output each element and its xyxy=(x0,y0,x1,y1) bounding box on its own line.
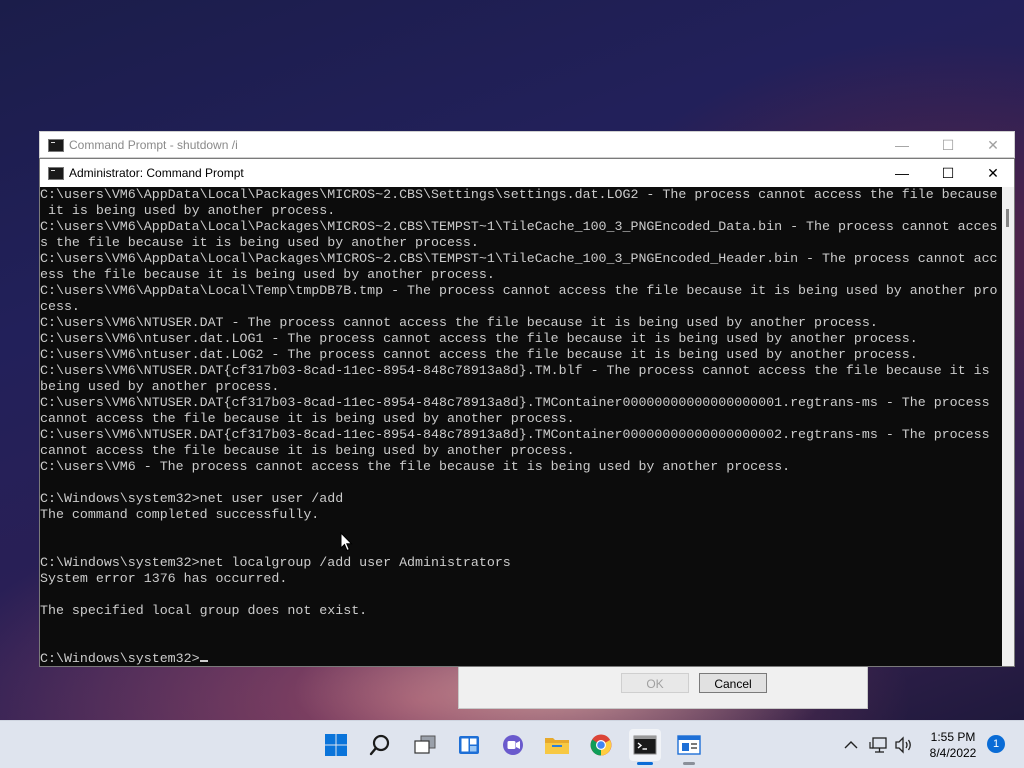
minimize-button[interactable]: — xyxy=(879,159,925,187)
search-icon xyxy=(369,734,390,756)
maximize-button[interactable]: ☐ xyxy=(925,159,971,187)
cancel-button[interactable]: Cancel xyxy=(699,673,767,693)
console-line: cannot access the file because it is bei… xyxy=(40,443,575,458)
console-text: C:\users\VM6\AppData\Local\Packages\MICR… xyxy=(40,187,1002,651)
console-line: The command completed successfully. xyxy=(40,507,320,522)
command-prompt-icon xyxy=(633,735,657,755)
taskbar-clock[interactable]: 1:55 PM 8/4/2022 xyxy=(918,729,988,761)
clock-date: 8/4/2022 xyxy=(929,746,977,760)
console-line: C:\users\VM6\NTUSER.DAT{cf317b03-8cad-11… xyxy=(40,395,990,410)
console-output[interactable]: C:\users\VM6\AppData\Local\Packages\MICR… xyxy=(40,187,1002,666)
console-line: C:\users\VM6\AppData\Local\Temp\tmpDB7B.… xyxy=(40,283,998,298)
console-line: The specified local group does not exist… xyxy=(40,603,368,618)
console-line: being used by another process. xyxy=(40,379,280,394)
search-button[interactable] xyxy=(364,729,396,761)
console-line: cess. xyxy=(40,299,80,314)
console-line: C:\users\VM6\NTUSER.DAT{cf317b03-8cad-11… xyxy=(40,363,990,378)
start-button[interactable] xyxy=(320,729,352,761)
widgets-button[interactable] xyxy=(453,729,485,761)
admin-cmd-window[interactable]: Administrator: Command Prompt — ☐ ✕ C:\u… xyxy=(39,158,1015,667)
maximize-button[interactable]: ☐ xyxy=(925,132,971,158)
text-cursor xyxy=(199,660,208,662)
cmd-window-icon xyxy=(48,167,64,180)
console-line: it is being used by another process. xyxy=(40,203,336,218)
widgets-icon xyxy=(459,736,479,754)
network-icon xyxy=(869,737,887,753)
console-line: C:\users\VM6\NTUSER.DAT{cf317b03-8cad-11… xyxy=(40,427,990,442)
mouse-pointer-icon xyxy=(340,532,353,552)
close-button[interactable]: ✕ xyxy=(970,159,1016,187)
show-hidden-icons-button[interactable] xyxy=(842,733,860,757)
console-line: System error 1376 has occurred. xyxy=(40,571,288,586)
shutdown-cmd-window[interactable]: Command Prompt - shutdown /i — ☐ ✕ xyxy=(39,131,1015,158)
file-explorer-button[interactable] xyxy=(541,729,573,761)
active-window-indicator xyxy=(637,762,653,765)
task-view-icon xyxy=(414,735,436,754)
console-line: C:\users\VM6\AppData\Local\Packages\MICR… xyxy=(40,251,998,266)
ok-button[interactable]: OK xyxy=(621,673,689,693)
console-line: C:\users\VM6\AppData\Local\Packages\MICR… xyxy=(40,219,998,234)
console-line: C:\Windows\system32>net user user /add xyxy=(40,491,344,506)
console-line: C:\users\VM6\AppData\Local\Packages\MICR… xyxy=(40,187,998,202)
prompt-line[interactable]: C:\Windows\system32> xyxy=(40,651,1002,666)
console-line: ess the file because it is being used by… xyxy=(40,267,495,282)
teams-chat-button[interactable] xyxy=(497,729,529,761)
volume-button[interactable] xyxy=(893,733,915,757)
chevron-up-icon xyxy=(844,741,858,749)
prompt-text: C:\Windows\system32> xyxy=(40,651,200,666)
chrome-icon xyxy=(590,734,612,756)
teams-chat-icon xyxy=(503,735,523,755)
vertical-scrollbar[interactable] xyxy=(1002,187,1014,666)
console-line: C:\users\VM6\NTUSER.DAT - The process ca… xyxy=(40,315,878,330)
close-button[interactable]: ✕ xyxy=(970,132,1016,158)
taskbar: 1:55 PM 8/4/2022 1 xyxy=(0,720,1024,768)
scrollbar-thumb[interactable] xyxy=(1006,209,1009,227)
command-prompt-taskbar-button[interactable] xyxy=(629,729,661,765)
shutdown-dialog-taskbar-button[interactable] xyxy=(673,729,705,765)
window-title: Administrator: Command Prompt xyxy=(69,166,244,180)
notification-badge[interactable]: 1 xyxy=(987,735,1005,753)
console-line: C:\Windows\system32>net localgroup /add … xyxy=(40,555,511,570)
open-window-indicator xyxy=(683,762,695,765)
console-line: C:\users\VM6 - The process cannot access… xyxy=(40,459,791,474)
task-view-button[interactable] xyxy=(409,729,441,761)
console-line: s the file because it is being used by a… xyxy=(40,235,479,250)
network-button[interactable] xyxy=(868,733,890,757)
start-icon xyxy=(325,734,347,756)
console-line: C:\users\VM6\ntuser.dat.LOG1 - The proce… xyxy=(40,331,918,346)
minimize-button[interactable]: — xyxy=(879,132,925,158)
console-line: cannot access the file because it is bei… xyxy=(40,411,575,426)
chrome-button[interactable] xyxy=(585,729,617,761)
console-line: C:\users\VM6\ntuser.dat.LOG2 - The proce… xyxy=(40,347,918,362)
shutdown-dialog-icon xyxy=(677,735,701,755)
cmd-window-icon xyxy=(48,139,64,152)
window-title: Command Prompt - shutdown /i xyxy=(69,138,238,152)
file-explorer-icon xyxy=(545,738,569,754)
volume-icon xyxy=(895,736,911,754)
clock-time: 1:55 PM xyxy=(930,730,976,744)
title-bar[interactable]: Administrator: Command Prompt — ☐ ✕ xyxy=(40,159,1014,187)
